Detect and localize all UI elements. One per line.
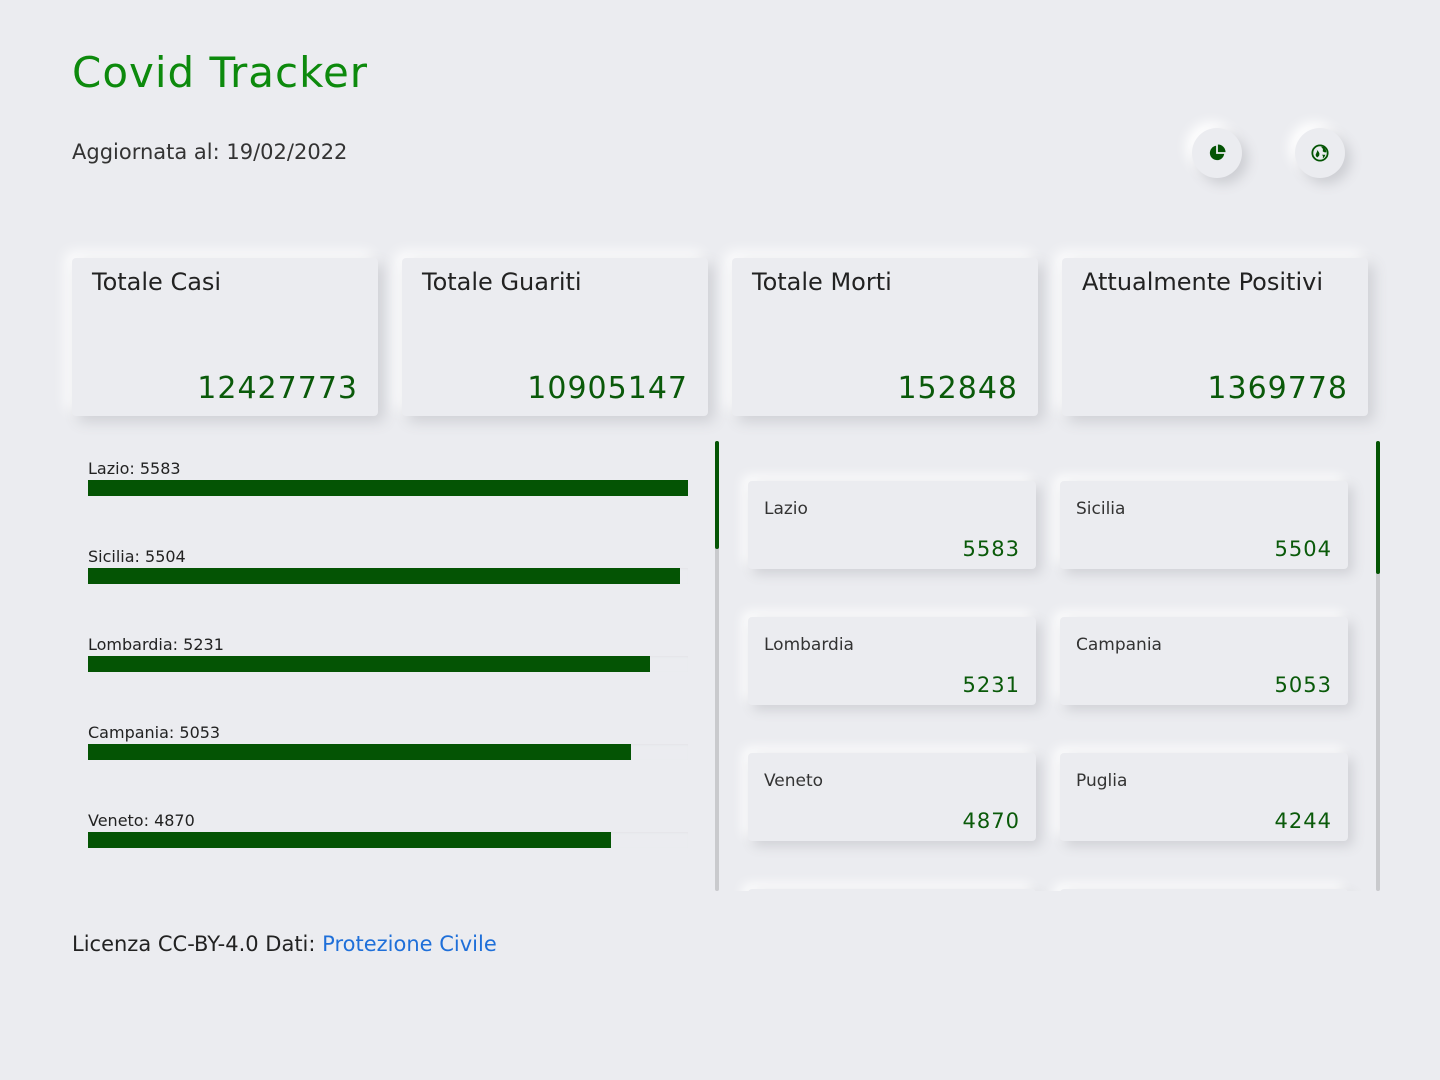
region-name: Lombardia	[764, 635, 854, 655]
region-name: Veneto	[764, 771, 824, 791]
region-card-partial	[748, 889, 1036, 891]
region-name: Campania	[1076, 635, 1162, 655]
bar-veneto	[88, 832, 612, 848]
region-card-veneto: Veneto 4870	[748, 753, 1036, 841]
stat-value: 10905147	[527, 371, 688, 406]
stat-label: Totale Guariti	[422, 268, 582, 296]
bar-track	[88, 832, 688, 848]
stat-card-total-cases: Totale Casi 12427773	[72, 258, 378, 416]
region-value: 4244	[1274, 809, 1332, 833]
bar-track	[88, 480, 688, 496]
bar-track	[88, 744, 688, 760]
bar-track	[88, 656, 688, 672]
region-card-sicilia: Sicilia 5504	[1060, 481, 1348, 569]
region-card-lombardia: Lombardia 5231	[748, 617, 1036, 705]
bar-track	[88, 568, 688, 584]
stat-card-total-deaths: Totale Morti 152848	[732, 258, 1038, 416]
region-name: Puglia	[1076, 771, 1128, 791]
region-value: 5504	[1274, 537, 1332, 561]
region-card-partial	[1060, 889, 1348, 891]
region-card-lazio: Lazio 5583	[748, 481, 1036, 569]
stat-value: 152848	[897, 371, 1018, 406]
stat-value: 12427773	[197, 371, 358, 406]
region-value: 5053	[1274, 673, 1332, 697]
bar-label: Sicilia: 5504	[88, 547, 186, 566]
globe-button[interactable]	[1295, 128, 1345, 178]
region-name: Sicilia	[1076, 499, 1126, 519]
region-name: Lazio	[764, 499, 808, 519]
license-text: Licenza CC-BY-4.0 Dati:	[72, 932, 316, 956]
bar-row-sicilia: Sicilia: 5504	[88, 547, 688, 584]
bar-campania	[88, 744, 632, 760]
region-card-campania: Campania 5053	[1060, 617, 1348, 705]
bar-lombardia	[88, 656, 651, 672]
stat-label: Totale Morti	[752, 268, 892, 296]
region-value: 5583	[962, 537, 1020, 561]
bar-label: Campania: 5053	[88, 723, 221, 742]
bar-chart-scrollbar-thumb[interactable]	[715, 441, 719, 549]
stat-value: 1369778	[1207, 371, 1348, 406]
bar-lazio	[88, 480, 688, 496]
pie-chart-icon	[1209, 144, 1226, 161]
bar-sicilia	[88, 568, 680, 584]
region-cards-grid[interactable]: Lazio 5583 Sicilia 5504 Lombardia 5231 C…	[730, 441, 1370, 891]
footer: Licenza CC-BY-4.0 Dati: Protezione Civil…	[72, 932, 497, 956]
data-source-link[interactable]: Protezione Civile	[322, 932, 497, 956]
pie-chart-button[interactable]	[1192, 128, 1242, 178]
bar-row-campania: Campania: 5053	[88, 723, 688, 760]
region-grid-scrollbar-thumb[interactable]	[1376, 441, 1380, 574]
stat-label: Totale Casi	[92, 268, 222, 296]
stat-label: Attualmente Positivi	[1082, 268, 1323, 296]
bar-row-veneto: Veneto: 4870	[88, 811, 688, 848]
bar-label: Lazio: 5583	[88, 459, 181, 478]
last-updated-text: Aggiornata al: 19/02/2022	[72, 140, 348, 164]
region-bar-chart[interactable]: Lazio: 5583 Sicilia: 5504 Lombardia: 523…	[72, 441, 720, 891]
region-card-puglia: Puglia 4244	[1060, 753, 1348, 841]
region-value: 4870	[962, 809, 1020, 833]
bar-label: Veneto: 4870	[88, 811, 195, 830]
globe-icon	[1311, 144, 1329, 162]
bar-row-lazio: Lazio: 5583	[88, 459, 688, 496]
bar-label: Lombardia: 5231	[88, 635, 224, 654]
page-title: Covid Tracker	[72, 48, 369, 97]
stat-card-currently-positive: Attualmente Positivi 1369778	[1062, 258, 1368, 416]
bar-row-lombardia: Lombardia: 5231	[88, 635, 688, 672]
region-value: 5231	[962, 673, 1020, 697]
stat-card-total-recovered: Totale Guariti 10905147	[402, 258, 708, 416]
